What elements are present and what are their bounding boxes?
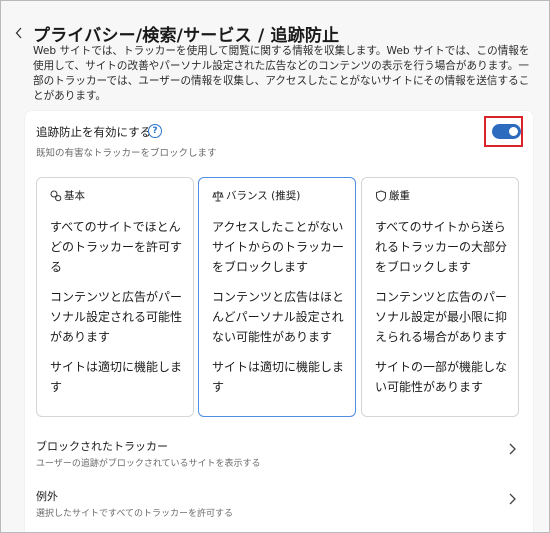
tracking-prevention-sublabel: 既知の有害なトラッカーをブロックします: [36, 148, 217, 159]
level-point: すべてのサイトから送られるトラッカーの大部分をブロックします: [375, 220, 508, 274]
toggle-highlight: [484, 116, 523, 147]
level-point: すべてのサイトでほとんどのトラッカーを許可する: [50, 220, 183, 274]
toggle-knob: [509, 127, 518, 136]
tracking-prevention-label: 追跡防止を有効にする: [36, 125, 152, 139]
settings-window: プライバシー/検索/サービス / 追跡防止 Web サイトでは、トラッカーを使用…: [0, 0, 550, 533]
level-point: アクセスしたことがないサイトからのトラッカーをブロックします: [212, 220, 345, 274]
nodes-icon: [50, 190, 62, 201]
level-card-balanced[interactable]: バランス (推奨) アクセスしたことがないサイトからのトラッカーをブロックします…: [198, 177, 356, 417]
level-point: サイトは適切に機能します: [212, 360, 345, 394]
row-title: 例外: [36, 490, 58, 503]
help-icon[interactable]: ?: [148, 124, 162, 138]
row-subtitle: ユーザーの追跡がブロックされているサイトを表示する: [36, 459, 261, 469]
chevron-right-icon: [509, 443, 516, 455]
exceptions-row[interactable]: 例外 選択したサイトですべてのトラッカーを許可する: [25, 483, 533, 523]
page-description: Web サイトでは、トラッカーを使用して閲覧に関する情報を収集します。Web サ…: [33, 45, 530, 102]
level-point: サイトの一部が機能しない可能性があります: [375, 360, 508, 394]
blocked-trackers-row[interactable]: ブロックされたトラッカー ユーザーの追跡がブロックされているサイトを表示する: [25, 433, 533, 473]
level-name: 基本: [64, 190, 85, 202]
level-name: 厳重: [389, 190, 410, 202]
tracking-prevention-toggle[interactable]: [492, 124, 521, 139]
page-title: プライバシー/検索/サービス / 追跡防止: [33, 26, 340, 46]
scale-icon: [212, 190, 224, 201]
tracking-prevention-panel: 追跡防止を有効にする ? 既知の有害なトラッカーをブロックします 基本 すべての…: [25, 111, 533, 532]
level-card-header: 基本: [50, 188, 85, 203]
level-point: コンテンツと広告がパーソナル設定される可能性があります: [50, 290, 183, 344]
shield-icon: [376, 189, 386, 202]
level-card-header: 厳重: [375, 188, 410, 203]
level-name: バランス (推奨): [226, 190, 301, 202]
level-point: サイトは適切に機能します: [50, 360, 183, 394]
level-card-header: バランス (推奨): [212, 188, 300, 203]
level-card-basic[interactable]: 基本 すべてのサイトでほとんどのトラッカーを許可する コンテンツと広告がパーソナ…: [36, 177, 194, 417]
row-title: ブロックされたトラッカー: [36, 440, 168, 453]
back-button[interactable]: [12, 24, 26, 42]
chevron-right-icon: [509, 493, 516, 505]
level-point: コンテンツと広告のパーソナル設定が最小限に抑えられる場合があります: [375, 290, 508, 344]
chevron-left-icon: [15, 27, 22, 39]
level-card-strict[interactable]: 厳重 すべてのサイトから送られるトラッカーの大部分をブロックします コンテンツと…: [361, 177, 519, 417]
level-point: コンテンツと広告はほとんどパーソナル設定されない可能性があります: [212, 290, 345, 344]
row-subtitle: 選択したサイトですべてのトラッカーを許可する: [36, 509, 234, 519]
